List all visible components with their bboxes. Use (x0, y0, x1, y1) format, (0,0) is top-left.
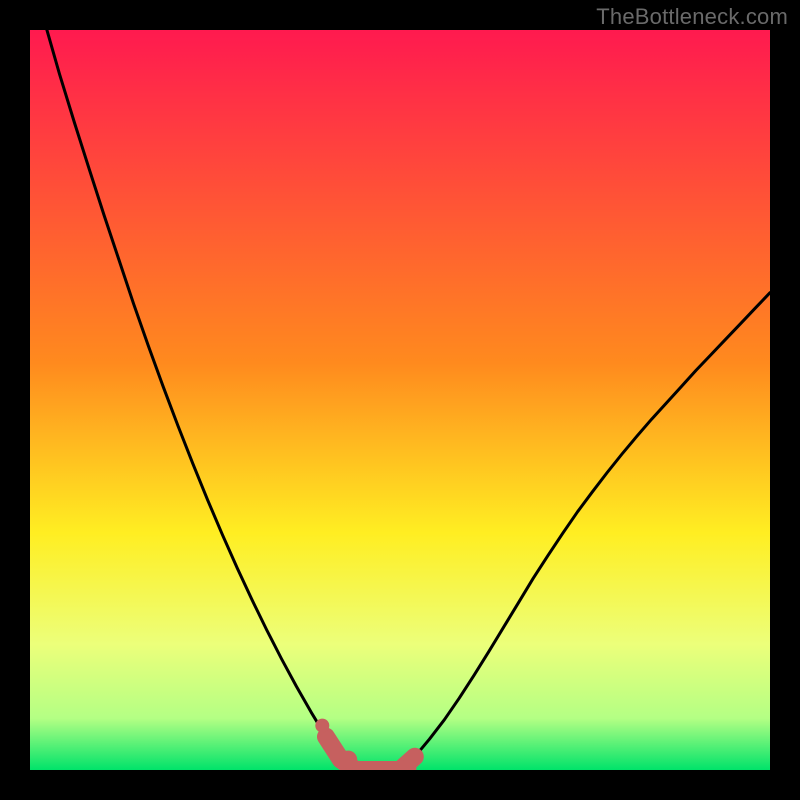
chart-frame: TheBottleneck.com (0, 0, 800, 800)
watermark-text: TheBottleneck.com (596, 4, 788, 30)
chart-svg (30, 30, 770, 770)
highlight-dot (315, 719, 329, 733)
highlight-dot (339, 751, 357, 769)
gradient-background (30, 30, 770, 770)
plot-area (30, 30, 770, 770)
